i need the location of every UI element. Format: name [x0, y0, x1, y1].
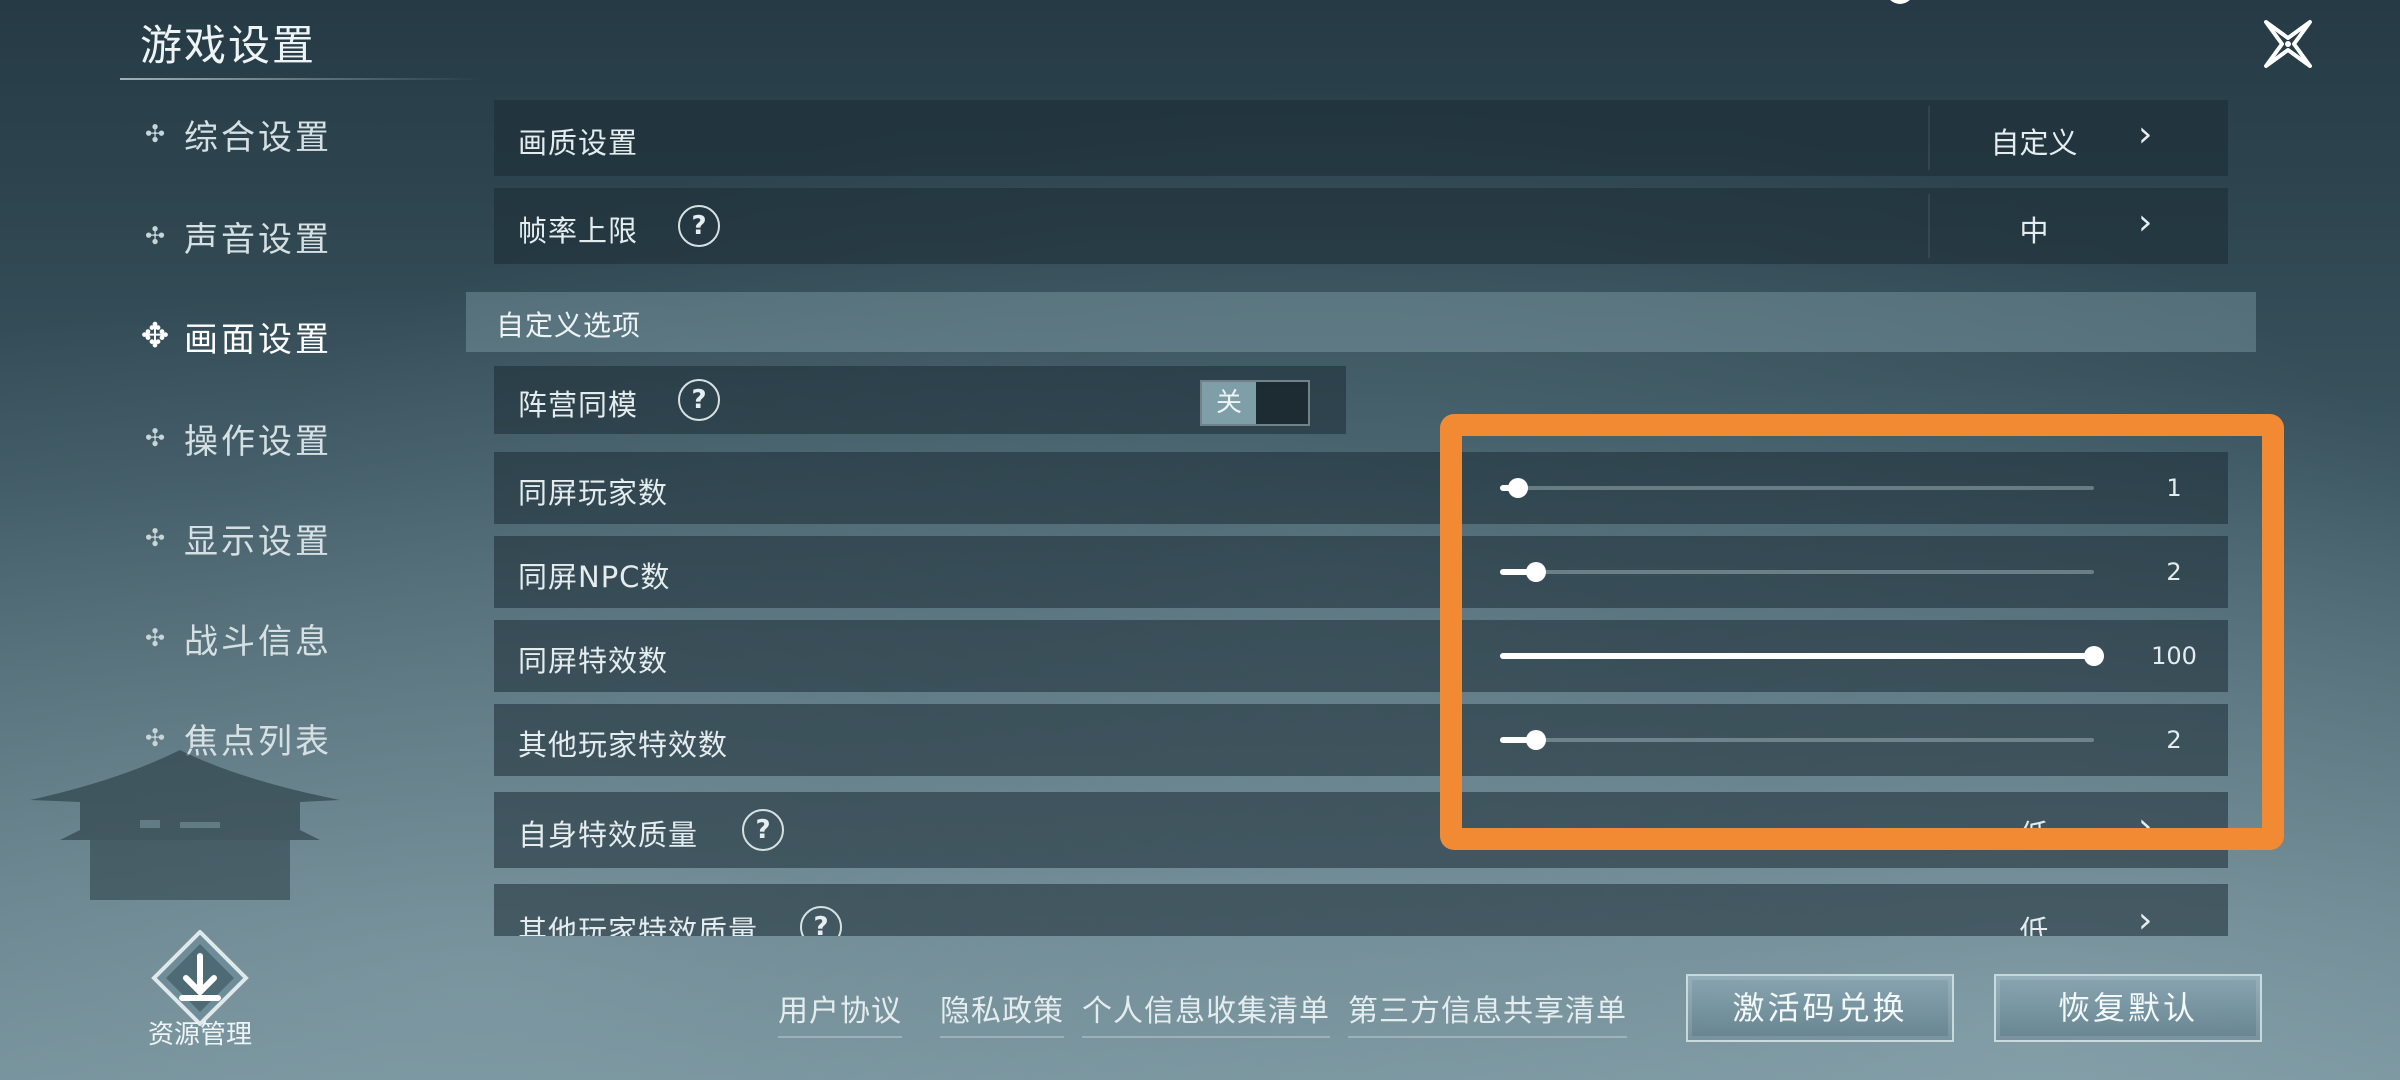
setting-row-framerate[interactable]: 帧率上限 ? 中 › [494, 188, 2228, 264]
setting-label: 同屏NPC数 [518, 560, 671, 594]
sparkle-icon: ✥ [140, 316, 170, 356]
sidebar-item-label: 综合设置 [184, 117, 332, 158]
help-icon[interactable]: ? [742, 809, 784, 851]
row-divider [1928, 106, 1930, 170]
row-divider [1928, 194, 1930, 258]
help-icon[interactable]: ? [678, 379, 720, 421]
setting-label: 帧率上限 [518, 214, 639, 248]
sidebar-item-display[interactable]: ✣ 显示设置 [140, 508, 400, 568]
sidebar-item-label: 声音设置 [184, 219, 332, 260]
sparkle-icon: ✣ [144, 624, 166, 652]
highlight-annotation-box [1440, 414, 2284, 850]
activation-code-button[interactable]: 激活码兑换 [1686, 974, 1954, 1042]
sidebar-item-combat-info[interactable]: ✣ 战斗信息 [140, 608, 400, 668]
resource-manager-label: 资源管理 [147, 1020, 252, 1050]
personal-info-list-link[interactable]: 个人信息收集清单 [1082, 986, 1330, 1038]
setting-row-same-model[interactable]: 阵营同模 ? 关 [494, 366, 1346, 434]
help-icon[interactable]: ? [678, 205, 720, 247]
setting-value: 低 [2019, 914, 2049, 936]
sidebar-item-controls[interactable]: ✣ 操作设置 [140, 408, 400, 468]
third-party-sharing-link[interactable]: 第三方信息共享清单 [1348, 986, 1627, 1038]
sparkle-icon: ✣ [144, 424, 166, 452]
sparkle-icon: ✣ [144, 222, 166, 250]
user-agreement-link[interactable]: 用户协议 [778, 986, 902, 1038]
setting-row-quality[interactable]: 画质设置 自定义 › [494, 100, 2228, 176]
toggle-state-label: 关 [1202, 382, 1256, 424]
setting-row-other-effect-quality[interactable]: 其他玩家特效质量 ? 低 › [494, 884, 2228, 936]
setting-label: 其他玩家特效质量 [518, 914, 759, 936]
sidebar-item-sound[interactable]: ✣ 声音设置 [140, 206, 400, 266]
title-underline [120, 78, 480, 80]
sidebar-item-label: 画面设置 [184, 319, 332, 360]
sidebar-item-label: 战斗信息 [184, 621, 332, 662]
section-title: 自定义选项 [496, 309, 642, 342]
chevron-right-icon[interactable]: › [2138, 202, 2152, 243]
setting-label: 同屏玩家数 [518, 476, 669, 510]
sidebar-item-general[interactable]: ✣ 综合设置 [140, 104, 400, 164]
setting-label: 画质设置 [518, 126, 639, 160]
sidebar-item-label: 操作设置 [184, 421, 332, 462]
sidebar-item-graphics[interactable]: ✥ 画面设置 [140, 306, 400, 366]
close-icon[interactable] [2258, 14, 2318, 74]
page-title: 游戏设置 [140, 21, 317, 70]
same-model-toggle[interactable]: 关 [1200, 380, 1310, 426]
setting-label: 自身特效质量 [518, 818, 699, 852]
setting-label: 同屏特效数 [518, 644, 669, 678]
sidebar-item-label: 显示设置 [184, 521, 332, 562]
setting-value: 中 [2019, 214, 2049, 248]
chevron-right-icon[interactable]: › [2138, 900, 2152, 936]
download-diamond-icon [151, 930, 249, 1026]
setting-label: 其他玩家特效数 [518, 728, 729, 762]
privacy-policy-link[interactable]: 隐私政策 [940, 986, 1064, 1038]
restore-defaults-button[interactable]: 恢复默认 [1994, 974, 2262, 1042]
chevron-right-icon[interactable]: › [2138, 114, 2152, 155]
status-bar-icons [1890, 0, 1910, 4]
help-icon[interactable]: ? [800, 906, 842, 936]
resource-manager-button[interactable]: 资源管理 [140, 930, 260, 1060]
sparkle-icon: ✣ [144, 524, 166, 552]
section-header-custom-options: 自定义选项 [466, 292, 2256, 352]
setting-value: 自定义 [1990, 126, 2078, 160]
pagoda-illustration [30, 750, 340, 900]
setting-label: 阵营同模 [518, 388, 639, 422]
sparkle-icon: ✣ [144, 120, 166, 148]
